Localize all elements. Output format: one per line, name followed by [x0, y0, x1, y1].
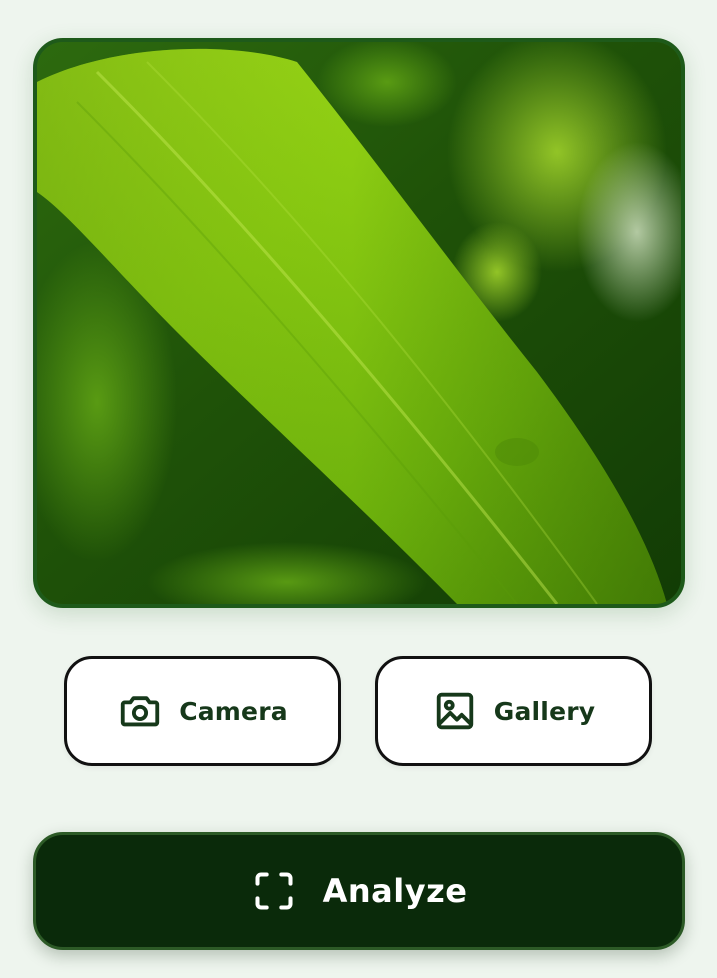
camera-button[interactable]: Camera [64, 656, 341, 766]
gallery-button-label: Gallery [493, 696, 596, 726]
analyze-button-label: Analyze [322, 872, 468, 910]
camera-button-label: Camera [179, 696, 288, 726]
leaf-image-preview [33, 38, 685, 608]
leaf-photo [37, 42, 681, 604]
analyze-button[interactable]: Analyze [33, 832, 685, 950]
camera-icon [117, 688, 163, 734]
image-icon [432, 688, 478, 734]
scan-frame-icon [251, 868, 297, 914]
gallery-button[interactable]: Gallery [375, 656, 652, 766]
